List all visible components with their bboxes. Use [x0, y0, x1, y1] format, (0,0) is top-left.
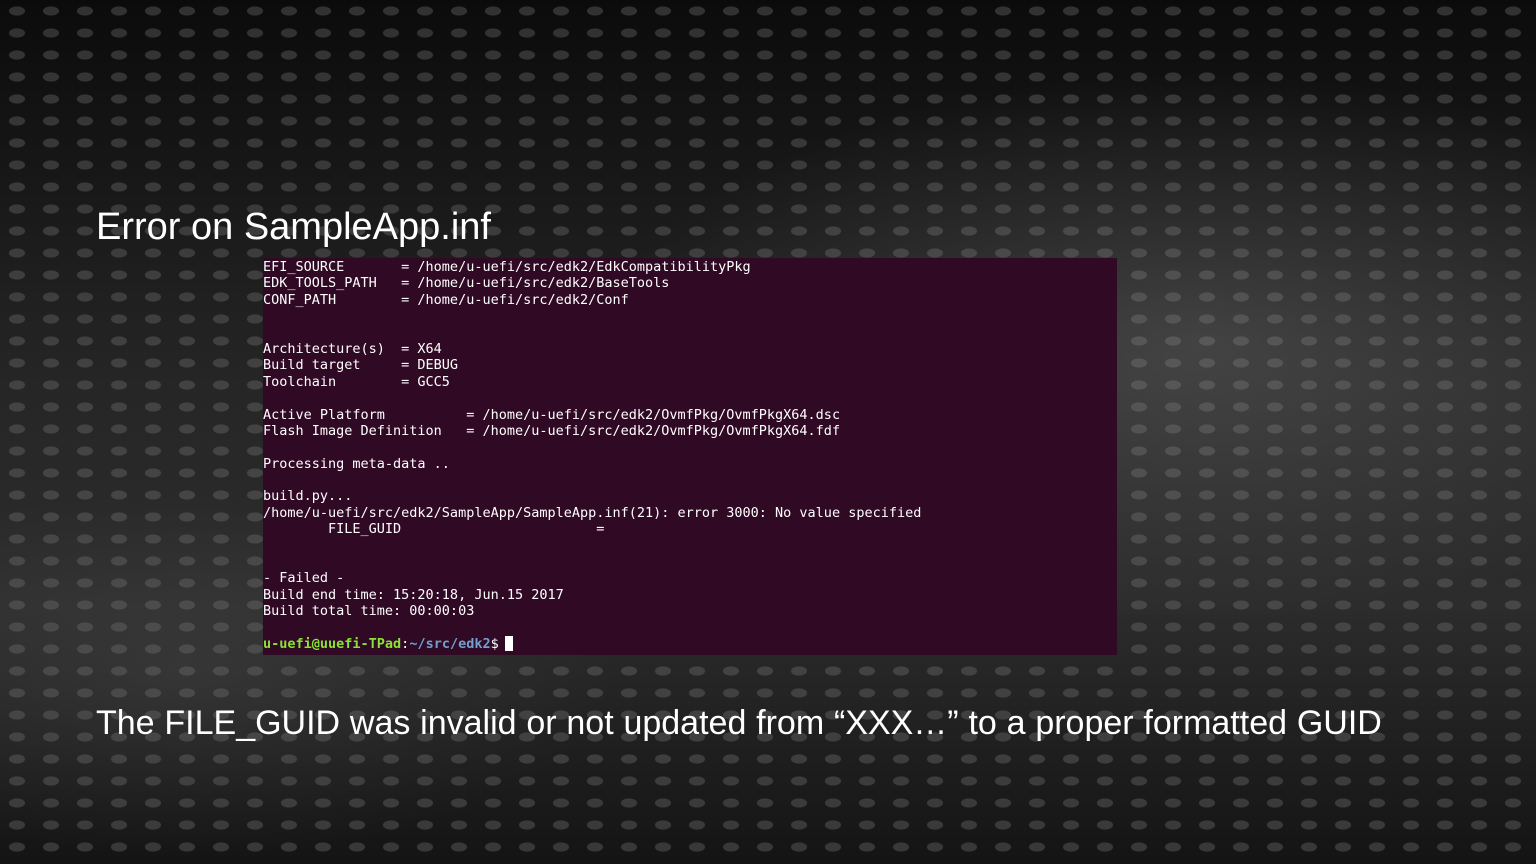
terminal-window[interactable]: EFI_SOURCE = /home/u-uefi/src/edk2/EdkCo…	[263, 258, 1117, 655]
terminal-line: Build total time: 00:00:03	[263, 603, 475, 620]
terminal-line: Build target = DEBUG	[263, 357, 459, 374]
terminal-output: EFI_SOURCE = /home/u-uefi/src/edk2/EdkCo…	[263, 259, 1117, 636]
terminal-line: Toolchain = GCC5	[263, 373, 450, 390]
terminal-line: Processing meta-data ..	[263, 455, 450, 472]
prompt-symbol: $	[490, 635, 499, 652]
terminal-line: Architecture(s) = X64	[263, 340, 442, 357]
terminal-line: Build end time: 15:20:18, Jun.15 2017	[263, 586, 564, 603]
terminal-line: EDK_TOOLS_PATH = /home/u-uefi/src/edk2/B…	[263, 275, 670, 292]
slide-caption: The FILE_GUID was invalid or not updated from “X…	[96, 702, 1382, 744]
terminal-line: - Failed -	[263, 570, 345, 587]
terminal-line: Active Platform = /home/u-uefi/src/edk2/…	[263, 406, 841, 423]
terminal-line: build.py...	[263, 488, 353, 505]
prompt-user-host: u-uefi@uuefi-TPad	[263, 635, 402, 652]
caption-word: formatted	[1143, 704, 1288, 742]
caption-word: FILE_GUID	[164, 704, 341, 742]
terminal-cursor	[504, 635, 513, 651]
caption-word: invalid	[420, 704, 517, 742]
terminal-line: EFI_SOURCE = /home/u-uefi/src/edk2/EdkCo…	[263, 259, 751, 275]
prompt-path: ~/src/edk2	[409, 635, 491, 652]
caption-word: “XXX…”	[833, 704, 959, 742]
caption-word: not	[566, 704, 614, 742]
caption-word: a	[1006, 704, 1026, 742]
caption-word: from	[756, 704, 825, 742]
caption-word: The	[96, 704, 155, 742]
slide-title: Error on SampleApp.inf	[96, 206, 491, 248]
caption-word: or	[526, 704, 557, 742]
caption-word: was	[349, 704, 411, 742]
caption-word: proper	[1035, 704, 1134, 742]
terminal-line: Flash Image Definition = /home/u-uefi/sr…	[263, 422, 841, 439]
caption-word: updated	[623, 704, 747, 742]
terminal-prompt-line[interactable]: u-uefi@uuefi-TPad:~/src/edk2$	[263, 635, 1117, 652]
terminal-line: CONF_PATH = /home/u-uefi/src/edk2/Conf	[263, 291, 629, 308]
caption-word: to	[968, 704, 997, 742]
caption-word: GUID	[1296, 704, 1382, 742]
terminal-line: /home/u-uefi/src/edk2/SampleApp/SampleAp…	[263, 504, 922, 521]
terminal-line: FILE_GUID =	[263, 521, 605, 538]
